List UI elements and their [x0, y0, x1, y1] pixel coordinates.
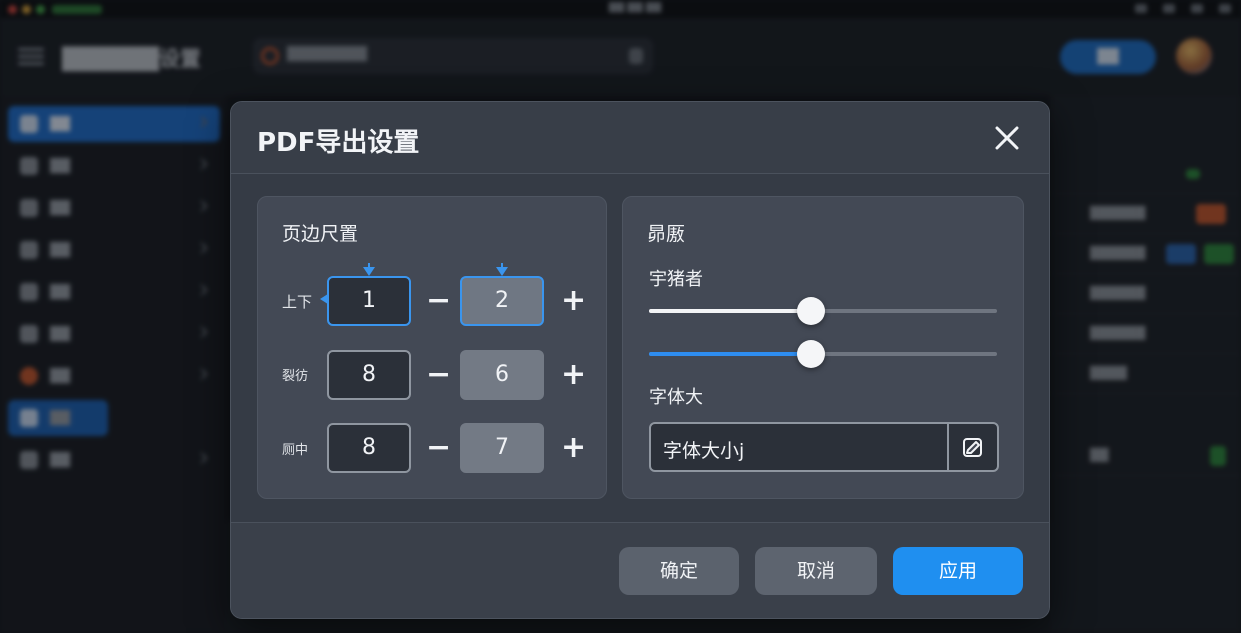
pointer-down-icon — [363, 267, 375, 276]
margin-middle-input[interactable]: 8 — [327, 423, 411, 473]
increment-button[interactable]: + — [561, 360, 586, 390]
decrement-button[interactable]: − — [426, 360, 451, 390]
margin-panel-title: 页边尺置 — [282, 223, 359, 245]
dialog-header: PDF导出设置 — [231, 102, 1049, 174]
style-panel-title: 昴厫 — [647, 223, 686, 245]
slider-label: 宇猪者 — [649, 269, 703, 290]
font-size-label: 字体大 — [649, 387, 703, 408]
slider-fill — [649, 352, 811, 356]
slider-track[interactable] — [649, 340, 997, 368]
pointer-down-icon — [496, 267, 508, 276]
margin-row-label: 上下 — [282, 293, 313, 311]
font-size-input[interactable]: 字体大小j — [649, 422, 999, 472]
font-size-value: 字体大小j — [663, 440, 745, 462]
margin-bottom-input[interactable]: 2 — [460, 276, 544, 326]
cancel-button[interactable]: 取消 — [755, 547, 877, 595]
apply-button[interactable]: 应用 — [893, 547, 1023, 595]
dialog-title: PDF导出设置 — [257, 128, 420, 158]
margin-side-input[interactable]: 8 — [327, 350, 411, 400]
margin-middle-input-alt[interactable]: 7 — [460, 423, 544, 473]
decrement-button[interactable]: − — [426, 286, 451, 316]
dialog-footer: 确定 取消 应用 — [231, 522, 1049, 618]
margin-top-input[interactable]: 1 — [327, 276, 411, 326]
margin-side-input-alt[interactable]: 6 — [460, 350, 544, 400]
close-icon[interactable] — [993, 124, 1021, 152]
pointer-stem — [368, 263, 370, 268]
slider-fill — [649, 309, 811, 313]
slider-thumb[interactable] — [797, 340, 825, 368]
ok-button[interactable]: 确定 — [619, 547, 739, 595]
style-panel: 昴厫 宇猪者 字体大 字体大小j — [622, 196, 1024, 499]
margin-row-label: 厕中 — [282, 443, 309, 458]
pdf-export-dialog: PDF导出设置 页边尺置 上下 1 − 2 + 裂彷 8 − 6 + 厕中 8 … — [230, 101, 1050, 619]
increment-button[interactable]: + — [561, 286, 586, 316]
margin-row-label: 裂彷 — [282, 369, 309, 384]
slider-thumb[interactable] — [797, 297, 825, 325]
slider-track[interactable] — [649, 297, 997, 325]
margin-panel: 页边尺置 上下 1 − 2 + 裂彷 8 − 6 + 厕中 8 − 7 + — [257, 196, 607, 499]
edit-icon[interactable] — [947, 424, 997, 470]
decrement-button[interactable]: − — [426, 433, 451, 463]
pointer-stem — [501, 263, 503, 268]
increment-button[interactable]: + — [561, 433, 586, 463]
